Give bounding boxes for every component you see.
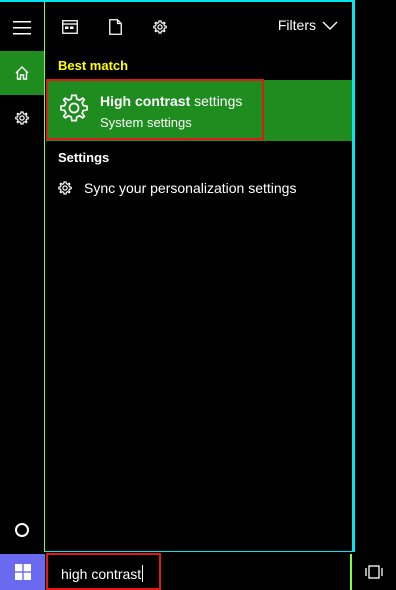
hamburger-button[interactable] [0, 6, 44, 50]
best-match-title-rest: settings [190, 93, 243, 109]
apps-filter-button[interactable] [59, 16, 81, 38]
filters-label: Filters [277, 17, 316, 33]
start-button[interactable] [0, 554, 45, 590]
settings-section-header: Settings [58, 150, 110, 165]
settings-result-item[interactable]: Sync your personalization settings [46, 174, 352, 204]
search-input[interactable]: high contrast [61, 565, 144, 582]
settings-icon [152, 19, 168, 35]
gear-icon [58, 92, 90, 124]
best-match-title-bold: High contrast [100, 93, 191, 109]
best-match-result[interactable]: High contrast settings System settings [46, 80, 352, 141]
documents-filter-button[interactable] [104, 16, 126, 38]
home-icon [14, 65, 30, 81]
home-button[interactable] [0, 51, 44, 95]
gear-icon [14, 110, 30, 126]
windows-logo-icon [14, 564, 31, 580]
left-rail [0, 2, 45, 552]
settings-result-label: Sync your personalization settings [84, 180, 297, 196]
cortana-circle-icon [14, 522, 30, 538]
documents-icon [108, 19, 122, 35]
chevron-down-icon [322, 21, 338, 30]
text-caret [142, 565, 144, 582]
cortana-button[interactable] [0, 508, 44, 552]
settings-filter-button[interactable] [149, 16, 171, 38]
task-view-button[interactable] [350, 554, 396, 590]
filters-dropdown[interactable]: Filters [278, 17, 338, 33]
apps-icon [62, 20, 78, 34]
search-panel: Filters Best match High contrast setting… [0, 0, 355, 553]
gear-icon [57, 180, 73, 196]
taskbar: high contrast [0, 552, 396, 590]
task-view-icon [364, 565, 384, 579]
search-box[interactable]: high contrast [46, 554, 352, 590]
search-screen: Filters Best match High contrast setting… [0, 0, 396, 590]
best-match-title: High contrast settings [100, 93, 242, 109]
best-match-subtitle: System settings [100, 115, 192, 130]
filter-toolbar: Filters [46, 2, 352, 50]
search-query: high contrast [61, 566, 142, 582]
settings-rail-button[interactable] [0, 96, 44, 140]
best-match-header: Best match [58, 58, 129, 73]
hamburger-icon [13, 21, 31, 35]
